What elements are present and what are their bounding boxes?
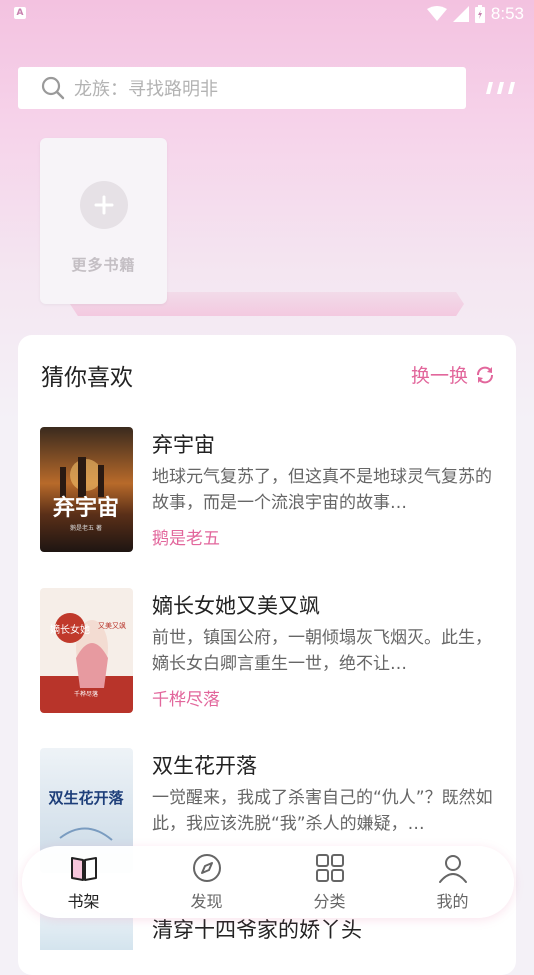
book-cover[interactable]: 弃宇宙 鹅是老五 著 xyxy=(40,427,133,552)
cover-title: 弃宇宙 xyxy=(53,495,119,521)
status-bar: A 8:53 xyxy=(0,0,534,28)
signal-icon xyxy=(452,6,469,22)
status-icons: 8:53 xyxy=(426,4,524,24)
swap-label: 换一换 xyxy=(410,365,468,387)
section-title: 猜你喜欢 xyxy=(41,365,133,391)
battery-icon xyxy=(474,5,485,23)
book-description: 前世，镇国公府，一朝倾塌灰飞烟灭。此生，嫡长女白卿言重生一世，绝不让… xyxy=(152,628,492,674)
book-item[interactable]: 嫡长女她 又美又飒 千桦尽落 嫡长女她又美又飒 前世，镇国公府，一朝倾塌灰飞烟灭… xyxy=(40,588,500,714)
grid-icon xyxy=(315,854,344,882)
wifi-icon xyxy=(426,6,447,21)
book-author: 千桦尽落 xyxy=(152,690,220,710)
book-title: 清穿十四爷家的娇丫头 xyxy=(152,918,362,942)
add-icon xyxy=(80,181,128,229)
search-bar[interactable]: 龙族：寻找路明非 xyxy=(18,67,466,109)
tab-label: 发现 xyxy=(190,892,223,911)
bottom-tab-bar: 书架 发现 分类 我的 xyxy=(22,846,514,918)
cover-subtitle: 又美又飒 xyxy=(98,621,126,630)
more-menu-icon[interactable] xyxy=(484,82,516,94)
clock: 8:53 xyxy=(490,4,524,23)
search-placeholder: 龙族：寻找路明非 xyxy=(74,79,218,100)
more-books-label: 更多书籍 xyxy=(71,256,136,274)
book-cover[interactable]: 嫡长女她 又美又飒 千桦尽落 xyxy=(40,588,133,713)
book-description: 地球元气复苏了，但这真不是地球灵气复苏的故事，而是一个流浪宇宙的故事… xyxy=(152,467,492,513)
book-author: 鹅是老五 xyxy=(152,529,220,549)
tab-label: 分类 xyxy=(313,892,346,911)
tab-label: 我的 xyxy=(436,892,469,911)
cover-title: 双生花开落 xyxy=(48,789,124,807)
refresh-icon xyxy=(477,366,493,383)
cover-author: 千桦尽落 xyxy=(74,690,98,698)
cover-title: 嫡长女她 xyxy=(50,623,90,636)
book-title: 弃宇宙 xyxy=(152,433,215,457)
swap-button[interactable]: 换一换 xyxy=(411,361,496,388)
notification-icon: A xyxy=(14,7,26,19)
tab-profile[interactable]: 我的 xyxy=(413,850,493,914)
book-item[interactable]: 弃宇宙 鹅是老五 著 弃宇宙 地球元气复苏了，但这真不是地球灵气复苏的故事，而是… xyxy=(40,427,500,553)
tab-discover[interactable]: 发现 xyxy=(167,850,247,914)
user-icon xyxy=(438,855,467,883)
tab-category[interactable]: 分类 xyxy=(290,850,370,914)
search-icon xyxy=(41,76,65,100)
tab-bookshelf[interactable]: 书架 xyxy=(44,850,124,914)
add-more-books-card[interactable]: 更多书籍 xyxy=(40,138,167,304)
book-description: 一觉醒来，我成了杀害自己的“仇人”？既然如此，我应该洗脱“我”杀人的嫌疑，… xyxy=(152,788,493,834)
cover-subtitle: 鹅是老五 著 xyxy=(70,524,102,532)
book-title: 双生花开落 xyxy=(152,754,257,778)
book-title: 嫡长女她又美又飒 xyxy=(152,594,320,618)
book-icon xyxy=(70,857,97,881)
tab-label: 书架 xyxy=(67,892,100,911)
compass-icon xyxy=(192,854,221,882)
